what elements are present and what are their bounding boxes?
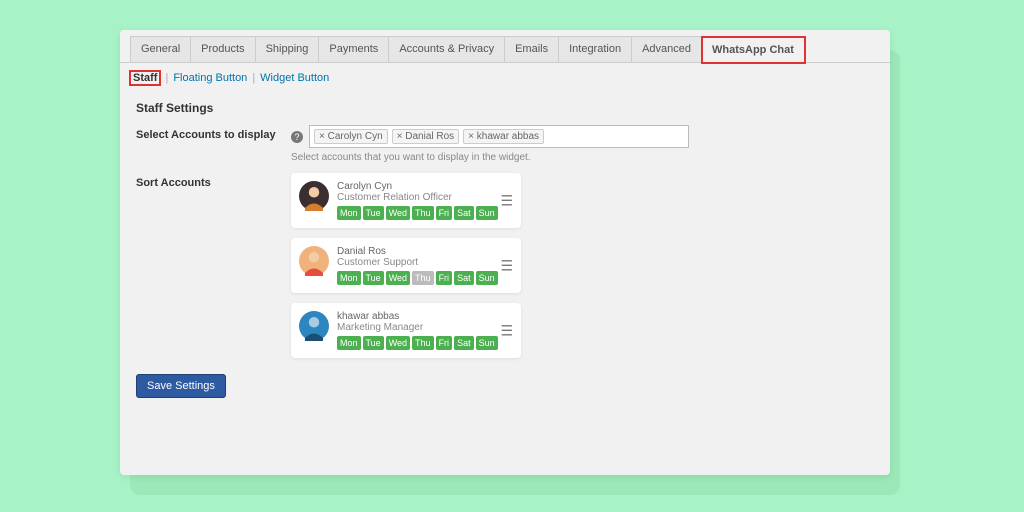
tab-payments[interactable]: Payments <box>319 36 389 62</box>
drag-handle-icon[interactable]: ☰ <box>500 197 513 204</box>
admin-panel: GeneralProductsShippingPaymentsAccounts … <box>120 30 890 475</box>
tab-integration[interactable]: Integration <box>559 36 632 62</box>
day-toggle-thu[interactable]: Thu <box>412 336 434 350</box>
subtab-staff[interactable]: Staff <box>130 71 160 85</box>
account-tag[interactable]: × khawar abbas <box>463 129 544 144</box>
day-toggle-sat[interactable]: Sat <box>454 271 474 285</box>
day-toggle-mon[interactable]: Mon <box>337 271 361 285</box>
drag-handle-icon[interactable]: ☰ <box>500 327 513 334</box>
day-toggle-sat[interactable]: Sat <box>454 336 474 350</box>
staff-card[interactable]: khawar abbasMarketing Manager MonTueWedTh… <box>291 303 521 358</box>
tab-advanced[interactable]: Advanced <box>632 36 702 62</box>
day-toggle-wed[interactable]: Wed <box>386 206 410 220</box>
sort-label: Sort Accounts <box>136 173 291 189</box>
day-toggle-sat[interactable]: Sat <box>454 206 474 220</box>
tab-general[interactable]: General <box>130 36 191 62</box>
day-toggle-sun[interactable]: Sun <box>476 206 498 220</box>
accounts-tag-input[interactable]: × Carolyn Cyn × Danial Ros× khawar abbas <box>309 125 689 148</box>
day-toggle-tue[interactable]: Tue <box>363 271 384 285</box>
subtab-row: Staff | Floating Button | Widget Button <box>120 63 890 89</box>
day-row: MonTueWedThuFriSatSun <box>337 336 513 350</box>
account-tag[interactable]: × Danial Ros <box>392 129 460 144</box>
subtab-separator: | <box>252 72 255 84</box>
avatar <box>299 181 329 211</box>
day-toggle-tue[interactable]: Tue <box>363 336 384 350</box>
staff-name: Danial Ros <box>337 246 513 257</box>
staff-card[interactable]: Danial RosCustomer Support MonTueWedThuFr… <box>291 238 521 293</box>
save-button[interactable]: Save Settings <box>136 374 226 398</box>
account-tag[interactable]: × Carolyn Cyn <box>314 129 388 144</box>
day-toggle-thu[interactable]: Thu <box>412 271 434 285</box>
day-toggle-fri[interactable]: Fri <box>436 336 453 350</box>
content: Staff Settings Select Accounts to displa… <box>120 89 890 410</box>
day-toggle-mon[interactable]: Mon <box>337 206 361 220</box>
day-toggle-tue[interactable]: Tue <box>363 206 384 220</box>
day-row: MonTueWedThuFriSatSun <box>337 271 513 285</box>
day-toggle-sun[interactable]: Sun <box>476 336 498 350</box>
subtab-floating-button[interactable]: Floating Button <box>173 72 247 84</box>
staff-role: Customer Support <box>337 257 513 268</box>
day-toggle-fri[interactable]: Fri <box>436 206 453 220</box>
avatar <box>299 246 329 276</box>
staff-name: khawar abbas <box>337 311 513 322</box>
day-row: MonTueWedThuFriSatSun <box>337 206 513 220</box>
subtab-widget-button[interactable]: Widget Button <box>260 72 329 84</box>
tab-row: GeneralProductsShippingPaymentsAccounts … <box>120 30 890 63</box>
tab-shipping[interactable]: Shipping <box>256 36 320 62</box>
avatar <box>299 311 329 341</box>
tab-products[interactable]: Products <box>191 36 255 62</box>
day-toggle-sun[interactable]: Sun <box>476 271 498 285</box>
help-icon[interactable]: ? <box>291 131 303 143</box>
day-toggle-mon[interactable]: Mon <box>337 336 361 350</box>
accounts-label: Select Accounts to display <box>136 125 291 141</box>
staff-card[interactable]: Carolyn CynCustomer Relation OfficerMonT… <box>291 173 521 228</box>
day-toggle-wed[interactable]: Wed <box>386 271 410 285</box>
day-toggle-thu[interactable]: Thu <box>412 206 434 220</box>
day-toggle-fri[interactable]: Fri <box>436 271 453 285</box>
drag-handle-icon[interactable]: ☰ <box>500 262 513 269</box>
day-toggle-wed[interactable]: Wed <box>386 336 410 350</box>
section-title: Staff Settings <box>136 101 874 115</box>
staff-list: Carolyn CynCustomer Relation OfficerMonT… <box>291 173 874 368</box>
subtab-separator: | <box>165 72 168 84</box>
staff-role: Customer Relation Officer <box>337 192 513 203</box>
tab-emails[interactable]: Emails <box>505 36 559 62</box>
tab-accounts-privacy[interactable]: Accounts & Privacy <box>389 36 505 62</box>
staff-role: Marketing Manager <box>337 322 513 333</box>
accounts-help-text: Select accounts that you want to display… <box>291 152 874 163</box>
tab-whatsapp-chat[interactable]: WhatsApp Chat <box>702 37 805 63</box>
staff-name: Carolyn Cyn <box>337 181 513 192</box>
